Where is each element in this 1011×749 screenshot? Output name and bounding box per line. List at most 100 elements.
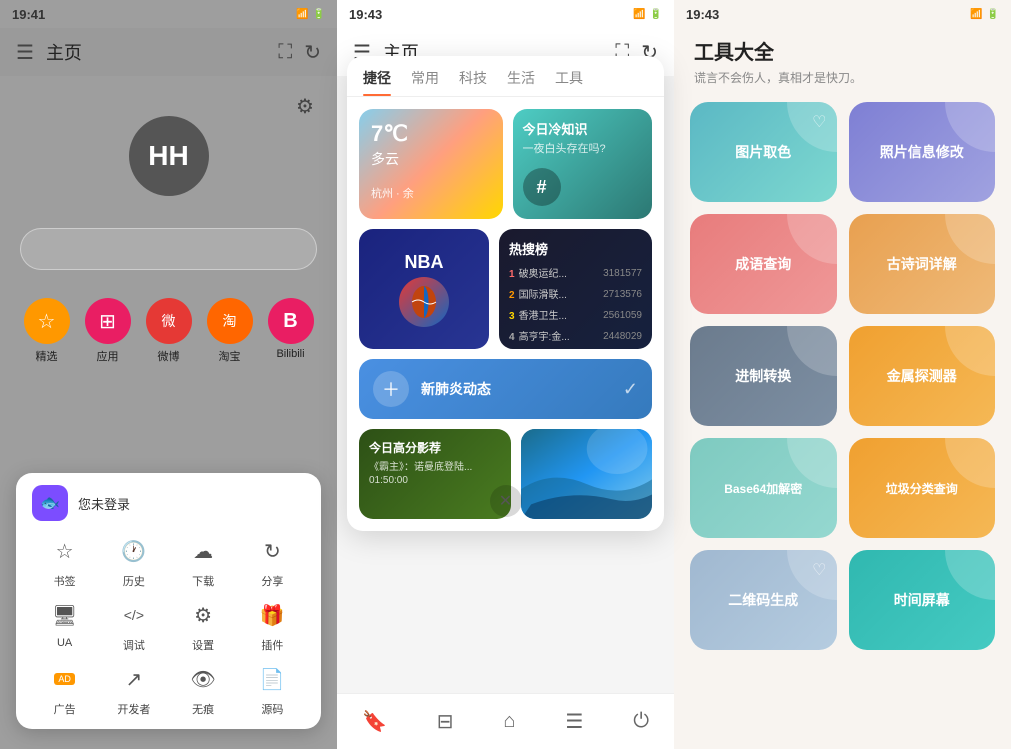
- status-icons-right: 📶 🔋: [970, 9, 999, 20]
- panel3-subtitle: 谎言不会伤人，真相才是快刀。: [694, 69, 991, 86]
- popup-item-download[interactable]: ☁ 下载: [171, 533, 236, 589]
- nba-label: NBA: [405, 252, 444, 273]
- tool-card-idiom[interactable]: 成语查询: [690, 214, 837, 314]
- menu-icon-left[interactable]: ☰: [16, 40, 34, 65]
- popup-item-ad[interactable]: AD 广告: [32, 661, 97, 717]
- cool-title: 今日冷知识: [523, 119, 643, 138]
- tab-tech[interactable]: 科技: [459, 68, 487, 96]
- widget-row-1: 7℃ 多云 杭州 · 余 今日冷知识 一夜白头存在吗? #: [359, 109, 652, 219]
- nav-bar-left: ☰ 主页 ⛶ ↻: [0, 28, 337, 76]
- status-icons-middle: 📶 🔋: [633, 9, 662, 20]
- tool-card-garbage[interactable]: 垃圾分类查询: [849, 438, 996, 538]
- download-icon: ☁: [185, 533, 221, 569]
- ad-icon: AD: [47, 661, 83, 697]
- covid-widget[interactable]: ＋ 新肺炎动态 ✓: [359, 359, 652, 419]
- popup-item-source[interactable]: 📄 源码: [240, 661, 305, 717]
- ua-icon: 🖥: [47, 597, 83, 633]
- dialog-overlay: 捷径 常用 科技 生活 工具 7℃ 多云 杭州 · 余 今日冷知识 一夜白头存在…: [347, 56, 664, 531]
- movie-title: 今日高分影荐: [369, 439, 501, 456]
- bottom-menu-icon[interactable]: ☰: [565, 709, 583, 734]
- tool-label-base-convert: 进制转换: [735, 366, 791, 386]
- shortcut-item-app[interactable]: ⊞ 应用: [85, 298, 131, 364]
- weather-widget[interactable]: 7℃ 多云 杭州 · 余: [359, 109, 503, 219]
- tool-label-idiom: 成语查询: [735, 254, 791, 274]
- cool-knowledge-widget[interactable]: 今日冷知识 一夜白头存在吗? #: [513, 109, 653, 219]
- tab-common[interactable]: 常用: [411, 68, 439, 96]
- avatar: HH: [129, 116, 209, 196]
- tool-card-base-convert[interactable]: 进制转换: [690, 326, 837, 426]
- popup-item-settings[interactable]: ⚙ 设置: [171, 597, 236, 653]
- signal-icon-m: 📶: [633, 9, 645, 20]
- popup-item-incognito[interactable]: 👁 无痕: [171, 661, 236, 717]
- hot-search-title: 热搜榜: [509, 239, 642, 258]
- battery-icon-r: 🔋: [987, 9, 999, 20]
- time-left: 19:41: [12, 7, 45, 22]
- hot-item-2: 2国际滑联... 2713576: [509, 285, 642, 303]
- popup-item-bookmark[interactable]: ☆ 书签: [32, 533, 97, 589]
- tool-card-photo-info[interactable]: 照片信息修改: [849, 102, 996, 202]
- shortcut-item-taobao[interactable]: 淘 淘宝: [207, 298, 253, 364]
- covid-icon: ＋: [373, 371, 409, 407]
- tool-card-qrcode[interactable]: ♡ 二维码生成: [690, 550, 837, 650]
- nba-widget[interactable]: NBA: [359, 229, 489, 349]
- popup-item-ua[interactable]: 🖥 UA: [32, 597, 97, 653]
- hot-item-4: 4高亨宇:金... 2448029: [509, 327, 642, 345]
- shortcut-item-jingxuan[interactable]: ☆ 精选: [24, 298, 70, 364]
- tab-shortcuts[interactable]: 捷径: [363, 68, 391, 96]
- nav-title-left: 主页: [46, 39, 266, 65]
- shortcut-label-app: 应用: [97, 348, 119, 364]
- shortcut-label-bilibili: Bilibili: [276, 348, 304, 360]
- wallpaper-widget[interactable]: 今日份壁纸: [521, 429, 653, 519]
- corner-decor-5: [787, 326, 837, 376]
- bottom-home-icon[interactable]: ⌂: [503, 710, 515, 733]
- shortcut-item-bilibili[interactable]: B Bilibili: [268, 298, 314, 364]
- hot-search-widget[interactable]: 热搜榜 1破奥运纪... 3181577 2国际滑联... 2713576 3香…: [499, 229, 652, 349]
- shortcut-label-taobao: 淘宝: [219, 348, 241, 364]
- developer-icon: ↗: [116, 661, 152, 697]
- tool-card-metal[interactable]: 金属探测器: [849, 326, 996, 426]
- popup-grid: ☆ 书签 🕐 历史 ☁ 下载 ↻ 分享 🖥 UA </> 调试: [32, 533, 305, 717]
- time-middle: 19:43: [349, 7, 382, 22]
- settings-button[interactable]: ⚙: [289, 90, 321, 122]
- tool-card-base64[interactable]: Base64加解密: [690, 438, 837, 538]
- bottom-bookmark-icon[interactable]: 🔖: [362, 709, 387, 734]
- expand-icon-left[interactable]: ⛶: [278, 41, 292, 64]
- shortcut-icon-jingxuan: ☆: [24, 298, 70, 344]
- shortcut-label-jingxuan: 精选: [36, 348, 58, 364]
- tab-life[interactable]: 生活: [507, 68, 535, 96]
- dialog-content: 7℃ 多云 杭州 · 余 今日冷知识 一夜白头存在吗? # NBA: [347, 97, 664, 531]
- popup-item-share[interactable]: ↻ 分享: [240, 533, 305, 589]
- status-bar-left: 19:41 📶 🔋: [0, 0, 337, 28]
- tool-label-poetry: 古诗词详解: [887, 254, 957, 274]
- settings-icon: ⚙: [185, 597, 221, 633]
- tool-card-poetry[interactable]: 古诗词详解: [849, 214, 996, 314]
- hot-item-3: 3香港卫生... 2561059: [509, 306, 642, 324]
- dialog-tabs: 捷径 常用 科技 生活 工具: [347, 56, 664, 97]
- popup-item-debug[interactable]: </> 调试: [101, 597, 166, 653]
- shortcut-item-weibo[interactable]: 微 微博: [146, 298, 192, 364]
- signal-icon-r: 📶: [970, 9, 982, 20]
- tools-grid: ♡ 图片取色 照片信息修改 成语查询 古诗词详解 进制转换 金属探测器 Base…: [674, 90, 1011, 662]
- tool-card-timescreen[interactable]: 时间屏幕: [849, 550, 996, 650]
- popup-header: 🐟 您未登录: [32, 485, 305, 521]
- tab-tools[interactable]: 工具: [555, 68, 583, 96]
- popup-logo: 🐟: [32, 485, 68, 521]
- history-icon: 🕐: [116, 533, 152, 569]
- popup-item-history[interactable]: 🕐 历史: [101, 533, 166, 589]
- share-icon: ↻: [254, 533, 290, 569]
- weather-location: 杭州 · 余: [371, 185, 491, 201]
- search-bar[interactable]: [20, 228, 317, 270]
- popup-item-developer[interactable]: ↗ 开发者: [101, 661, 166, 717]
- close-button[interactable]: ✕: [490, 485, 522, 517]
- movie-widget[interactable]: 今日高分影荐 《霸主》：诺曼底登陆... 01:50:00: [359, 429, 511, 519]
- movie-time: 01:50:00: [369, 475, 501, 486]
- bottom-power-icon[interactable]: ⏻: [633, 710, 649, 733]
- plugin-icon: 🎁: [254, 597, 290, 633]
- refresh-icon-left[interactable]: ↻: [304, 40, 321, 65]
- bottom-pages-icon[interactable]: ⊟: [437, 709, 454, 734]
- tool-card-color-pick[interactable]: ♡ 图片取色: [690, 102, 837, 202]
- gear-icon: ⚙: [296, 94, 314, 119]
- incognito-icon: 👁: [185, 661, 221, 697]
- covid-label: 新肺炎动态: [421, 379, 491, 399]
- popup-item-plugin[interactable]: 🎁 插件: [240, 597, 305, 653]
